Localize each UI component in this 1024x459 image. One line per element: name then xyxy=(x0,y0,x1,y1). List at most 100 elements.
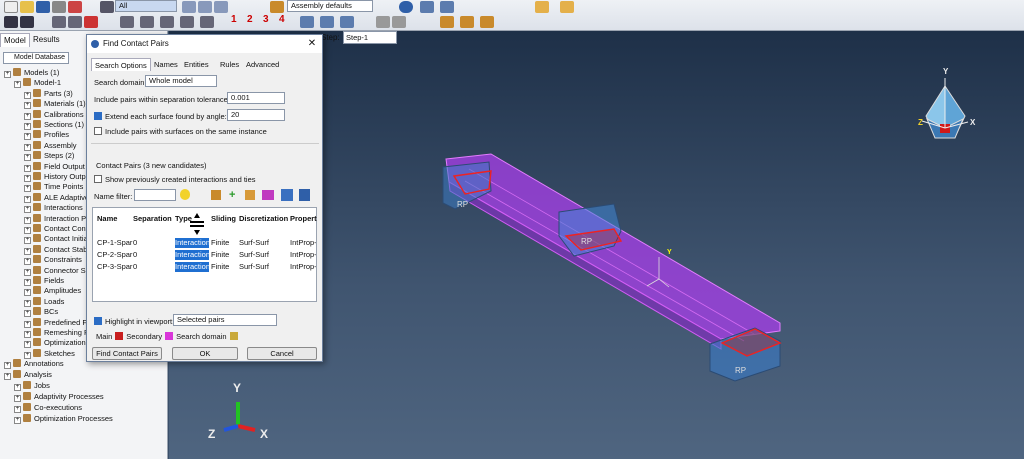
find-contact-pairs-button[interactable]: Find Contact Pairs xyxy=(92,347,162,360)
undo-icon[interactable] xyxy=(376,16,390,28)
table-cell[interactable]: Surf-Surf xyxy=(239,250,289,260)
step-combo[interactable]: Step-1 xyxy=(343,31,397,44)
tree-expander-icon[interactable]: + xyxy=(14,406,21,414)
close-icon[interactable]: ✕ xyxy=(306,38,318,50)
wireframe-icon[interactable] xyxy=(320,16,334,28)
tree-expander-icon[interactable]: + xyxy=(14,417,21,425)
assembly-icon[interactable] xyxy=(270,1,284,13)
selection-filter-combo[interactable]: All xyxy=(115,0,177,12)
table-cell[interactable]: Interaction xyxy=(175,262,209,272)
table-cell[interactable]: Surf-Surf xyxy=(239,262,289,272)
add-icon[interactable]: + xyxy=(229,189,235,201)
zoom-box-icon[interactable] xyxy=(68,16,82,28)
help-icon[interactable] xyxy=(399,1,413,13)
search-domain-combo[interactable]: Whole model xyxy=(145,75,217,87)
tree-expander-icon[interactable]: + xyxy=(4,373,11,381)
col-discretization[interactable]: Discretization xyxy=(239,214,288,223)
tab-advanced[interactable]: Advanced xyxy=(243,58,282,71)
split-icon[interactable] xyxy=(281,189,293,201)
tab-results[interactable]: Results xyxy=(30,33,63,47)
render-style-icon[interactable] xyxy=(300,16,314,28)
new-file-icon[interactable] xyxy=(4,1,18,13)
render-icon[interactable] xyxy=(440,1,454,13)
table-cell[interactable]: IntProp- xyxy=(290,250,316,260)
redo-icon[interactable] xyxy=(392,16,406,28)
zoom-icon[interactable] xyxy=(52,16,66,28)
edit-icon[interactable] xyxy=(211,190,221,200)
table-cell[interactable]: 0 xyxy=(133,250,173,260)
table-cell[interactable]: IntProp- xyxy=(290,262,316,272)
query2-icon[interactable] xyxy=(460,16,474,28)
table-cell[interactable]: Interaction xyxy=(175,238,209,248)
replace-icon[interactable] xyxy=(214,1,228,13)
show-previous-checkbox[interactable] xyxy=(94,175,102,183)
tree-item[interactable]: + Jobs xyxy=(14,380,164,392)
tree-item[interactable]: + Co-executions xyxy=(14,402,164,414)
rotate-icon[interactable] xyxy=(20,16,34,28)
view-4-button[interactable]: 4 xyxy=(279,14,285,25)
tree-expander-icon[interactable]: + xyxy=(14,81,21,89)
tree-item[interactable]: + Adaptivity Processes xyxy=(14,391,164,403)
tree-expander-icon[interactable]: + xyxy=(14,384,21,392)
view-3-button[interactable]: 3 xyxy=(263,14,269,25)
display-group-icon[interactable] xyxy=(198,1,212,13)
swap-icon[interactable] xyxy=(262,190,274,200)
cancel-button[interactable]: Cancel xyxy=(247,347,317,360)
tab-rules[interactable]: Rules xyxy=(217,58,242,71)
save-icon[interactable] xyxy=(36,1,50,13)
tree-expander-icon[interactable]: + xyxy=(14,395,21,403)
table-cell[interactable]: 0 xyxy=(133,238,173,248)
table-icon[interactable] xyxy=(299,189,310,201)
highlight-combo[interactable]: Selected pairs xyxy=(173,314,277,326)
tree-item[interactable]: + Analysis xyxy=(4,369,164,381)
display-group-combo[interactable]: Assembly defaults xyxy=(287,0,373,12)
query-icon[interactable] xyxy=(68,1,82,13)
extend-checkbox[interactable] xyxy=(94,112,102,120)
selection-options-icon[interactable] xyxy=(182,1,196,13)
table-row[interactable]: CP-1-Spar xyxy=(97,238,133,248)
grid-icon[interactable] xyxy=(420,1,434,13)
table-cell[interactable]: Finite xyxy=(211,262,237,272)
extend-angle-input[interactable]: 20 xyxy=(227,109,285,121)
tree-item[interactable]: + Optimization Processes xyxy=(14,413,164,425)
tree-expander-icon[interactable]: + xyxy=(4,71,11,78)
col-sliding[interactable]: Sliding xyxy=(211,214,236,223)
col-separation[interactable]: Separation xyxy=(133,214,172,223)
hidden-icon[interactable] xyxy=(340,16,354,28)
open-file-icon[interactable] xyxy=(20,1,34,13)
partition-icon[interactable] xyxy=(480,16,494,28)
table-cell[interactable]: Finite xyxy=(211,238,237,248)
ok-button[interactable]: OK xyxy=(172,347,238,360)
perspective-icon[interactable] xyxy=(180,16,194,28)
tab-search-options[interactable]: Search Options xyxy=(91,58,151,71)
tab-names[interactable]: Names xyxy=(151,58,181,71)
highlight-checkbox[interactable] xyxy=(94,317,102,325)
views-icon[interactable] xyxy=(120,16,134,28)
tab-model[interactable]: Model xyxy=(0,33,30,47)
table-cell[interactable]: 0 xyxy=(133,262,173,272)
fit-view-icon[interactable] xyxy=(84,16,98,28)
table-cell[interactable]: IntProp- xyxy=(290,238,316,248)
col-name[interactable]: Name xyxy=(97,214,117,223)
print-icon[interactable] xyxy=(52,1,66,13)
front-view-icon[interactable] xyxy=(160,16,174,28)
erase-icon[interactable] xyxy=(245,190,255,200)
table-cell[interactable]: Finite xyxy=(211,250,237,260)
table-cell[interactable]: Interaction xyxy=(175,250,209,260)
same-instance-checkbox[interactable] xyxy=(94,127,102,135)
window2-icon[interactable] xyxy=(560,1,574,13)
model-database-combo[interactable]: Model Database xyxy=(3,52,69,64)
view-1-button[interactable]: 1 xyxy=(231,14,237,25)
table-cell[interactable]: Surf-Surf xyxy=(239,238,289,248)
view-2-button[interactable]: 2 xyxy=(247,14,253,25)
iso-view-icon[interactable] xyxy=(200,16,214,28)
col-property[interactable]: Propert xyxy=(290,214,317,223)
filter-hint-icon[interactable] xyxy=(180,189,190,200)
pan-icon[interactable] xyxy=(4,16,18,28)
tree-expander-icon[interactable]: + xyxy=(4,362,11,370)
window-icon[interactable] xyxy=(535,1,549,13)
cycle-views-icon[interactable] xyxy=(140,16,154,28)
table-row[interactable]: CP-3-Spar xyxy=(97,262,133,272)
name-filter-input[interactable] xyxy=(134,189,176,201)
table-row[interactable]: CP-2-Spar xyxy=(97,250,133,260)
